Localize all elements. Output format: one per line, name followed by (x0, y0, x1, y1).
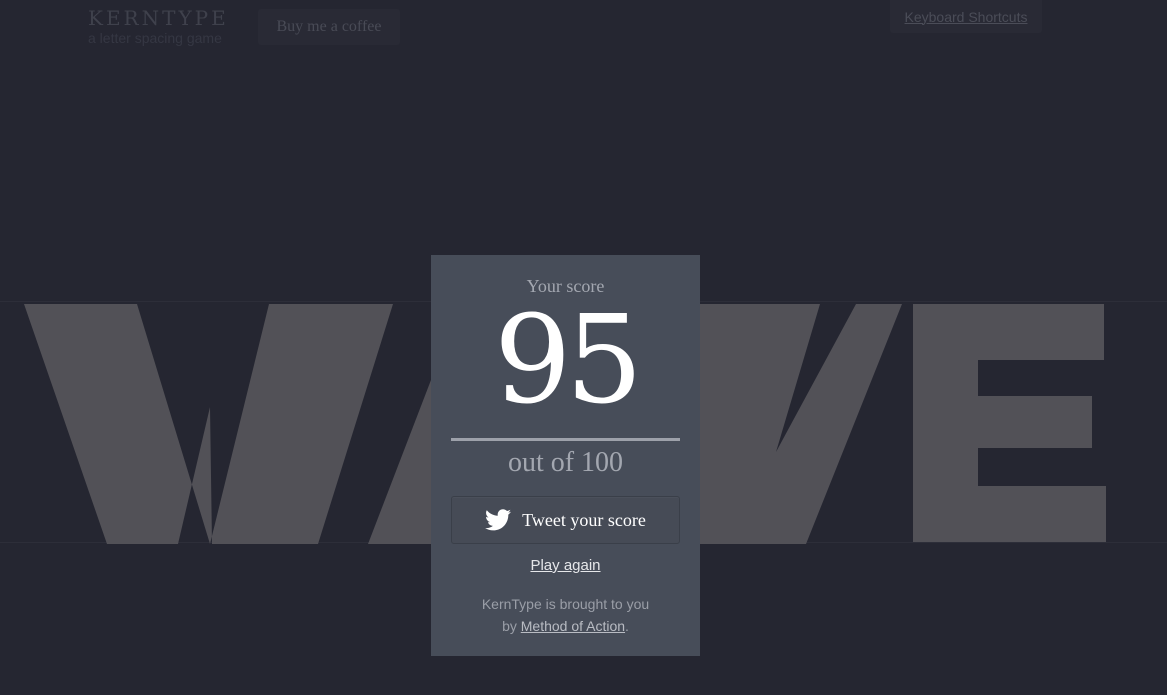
twitter-bird-icon (485, 509, 512, 531)
credit-line-2: by Method of Action. (431, 615, 700, 637)
score-max: out of 100 (507, 447, 624, 478)
letter-w[interactable] (24, 304, 393, 544)
credit-text: KernType is brought to you by Method of … (431, 593, 700, 637)
score-dialog: Your score 95 out of 100 Tweet your scor… (431, 255, 700, 656)
credit-line-1: KernType is brought to you (481, 596, 650, 612)
play-again-link[interactable]: Play again (431, 557, 700, 574)
score-value: 95 (493, 289, 643, 431)
letter-v[interactable] (700, 304, 902, 544)
credit-end: . (625, 618, 629, 634)
tweet-score-button[interactable]: Tweet your score (451, 496, 680, 544)
credit-by: by (502, 618, 521, 634)
score-divider (451, 438, 680, 441)
method-of-action-link[interactable]: Method of Action (521, 618, 625, 634)
letter-a[interactable] (368, 380, 431, 544)
tweet-score-label: Tweet your score (522, 509, 646, 530)
letter-e[interactable] (913, 304, 1106, 542)
